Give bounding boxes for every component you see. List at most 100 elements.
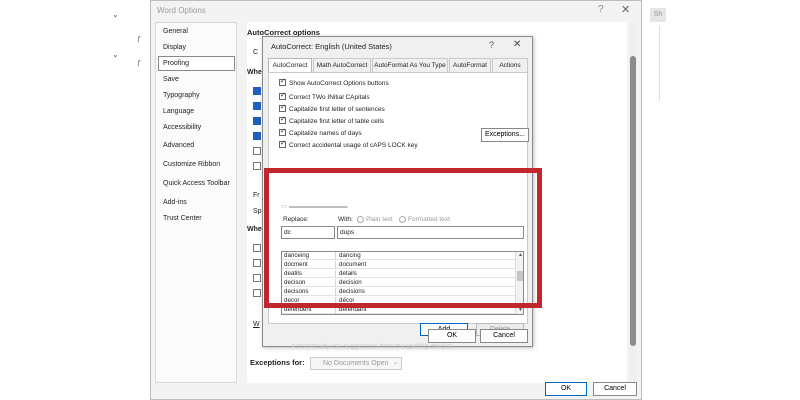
bg-fragment: ƒ [137,60,141,67]
content-link-fragment[interactable]: W [253,321,260,328]
nav-item-customize-ribbon[interactable]: Customize Ribbon [163,161,220,168]
window-title: Word Options [157,6,206,15]
help-icon[interactable]: ? [598,4,604,15]
entry-replace: deatils [284,270,336,278]
close-icon[interactable]: ✕ [621,3,630,16]
entry-replace: decor [284,297,336,305]
option-label: Capitalize names of days [289,130,362,138]
exceptions-for-label: Exceptions for: [250,358,305,367]
autocorrect-dialog: AutoCorrect: English (United States) ? ✕… [262,36,533,350]
checkbox[interactable] [279,115,286,124]
scroll-up-icon[interactable]: ▲ [518,252,523,258]
option-capitalize-table-cells[interactable]: Capitalize first letter of table cells [279,115,385,126]
tab-autoformat-as-you-type[interactable]: AutoFormat As You Type [372,58,448,72]
option-capitalize-sentences[interactable]: Capitalize first letter of sentences [279,103,385,113]
option-label: Correct accidental usage of cAPS LOCK ke… [289,142,418,150]
nav-item-general[interactable]: General [163,28,188,35]
content-fragment: Sp [253,208,262,215]
tab-math-autocorrect[interactable]: Math AutoCorrect [313,58,371,72]
entry-with: details [339,270,357,277]
entry-with: dancing [339,252,361,259]
option-caps-lock[interactable]: Correct accidental usage of cAPS LOCK ke… [279,139,418,150]
option-label: Capitalize first letter of table cells [289,118,385,126]
checkbox[interactable] [279,77,286,86]
list-item[interactable]: docment document [282,261,515,269]
exceptions-document-select[interactable]: No Documents Open ⌄ [310,357,402,370]
plain-text-label: Plain text [366,216,393,223]
checkbox[interactable] [279,127,286,136]
nav-item-proofing[interactable]: Proofing [163,60,189,67]
with-input[interactable]: dups [337,226,524,239]
option-show-autocorrect-buttons[interactable]: Show AutoCorrect Options buttons [279,77,389,87]
options-scroll-thumb[interactable] [630,56,636,346]
bg-fragment: ƒ [137,36,141,43]
replace-label: Replace: [283,216,309,223]
option-checkbox[interactable] [253,87,261,95]
list-scrollbar[interactable]: ▲ ▼ [515,252,523,314]
dialog-ok-button[interactable]: OK [428,329,476,343]
autocorrect-entries-list[interactable]: danceing dancing docment document deatils d… [281,251,524,315]
spelling-suggestions-option: Automatically use suggestions from the s… [291,343,453,350]
list-item[interactable]: decor décor [282,297,515,305]
list-item[interactable]: danceing dancing [282,252,515,260]
exceptions-button[interactable]: Exceptions... [481,128,529,142]
list-item[interactable]: defendent defendant [282,306,515,314]
nav-item-add-ins[interactable]: Add-ins [163,199,187,206]
option-checkbox[interactable] [253,289,261,297]
entry-with: defendant [339,306,367,313]
entry-with: decision [339,279,362,286]
option-capitalize-days[interactable]: Capitalize names of days [279,127,362,138]
option-checkbox[interactable] [253,259,261,267]
list-item[interactable]: deatils details [282,270,515,278]
nav-item-accessibility[interactable]: Accessibility [163,124,201,131]
background-button: Sh [650,8,666,22]
checkbox[interactable] [279,91,286,100]
option-correct-two-initial-capitals[interactable]: Correct TWo INitial CApitals [279,91,370,101]
nav-item-display[interactable]: Display [163,44,186,51]
nav-item-language[interactable]: Language [163,108,194,115]
option-checkbox[interactable] [253,244,261,252]
entry-replace: danceing [284,252,336,260]
formatted-text-radio[interactable] [399,216,406,223]
option-checkbox[interactable] [253,147,261,155]
tab-autoformat[interactable]: AutoFormat [449,58,491,72]
nav-item-save[interactable]: Save [163,76,179,83]
replace-input[interactable]: dc [281,226,335,239]
nav-item-typography[interactable]: Typography [163,92,200,99]
help-icon[interactable]: ? [489,40,494,50]
scroll-down-icon[interactable]: ▼ [518,307,523,313]
cancel-button[interactable]: Cancel [593,382,637,396]
close-icon[interactable]: ✕ [513,39,521,50]
entry-with: document [339,261,367,268]
dialog-cancel-button[interactable]: Cancel [480,329,528,343]
plain-text-radio[interactable] [357,216,364,223]
nav-item-trust-center[interactable]: Trust Center [163,215,202,222]
content-fragment: C [253,49,259,56]
option-checkbox[interactable] [253,132,261,140]
entry-with: decisions [339,288,365,295]
option-checkbox[interactable] [253,162,261,170]
entry-replace: decisons [284,288,336,296]
tab-autocorrect[interactable]: AutoCorrect [268,58,312,73]
ok-button[interactable]: OK [545,382,587,396]
nav-item-quick-access-toolbar[interactable]: Quick Access Toolbar [163,180,230,187]
option-checkbox[interactable] [253,274,261,282]
list-item[interactable]: decison decision [282,279,515,287]
list-item[interactable]: decisons decisions [282,288,515,296]
dialog-title: AutoCorrect: English (United States) [271,42,392,51]
checkbox[interactable] [279,103,286,112]
nav-item-advanced[interactable]: Advanced [163,142,194,149]
list-scroll-thumb[interactable] [517,271,523,281]
options-navigation: General Display Proofing Save Typography… [155,22,237,383]
no-documents-value: No Documents Open [323,360,389,367]
bg-fragment: ⌄ [112,50,119,59]
content-heading-fragment: Whe [247,69,262,76]
option-checkbox[interactable] [253,102,261,110]
with-label: With: [338,216,353,223]
entry-replace: defendent [284,306,336,314]
checkbox[interactable] [279,139,286,148]
content-fragment: Fr [253,192,260,199]
tab-actions[interactable]: Actions [492,58,528,72]
bg-fragment: ⌄ [112,10,119,19]
option-checkbox[interactable] [253,117,261,125]
